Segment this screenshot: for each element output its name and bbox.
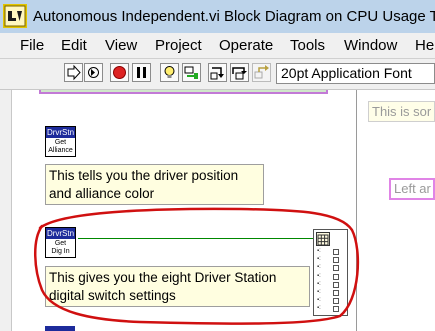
- retain-wire-values-icon: [184, 66, 198, 79]
- step-into-icon: [210, 67, 224, 80]
- boolean-checkbox[interactable]: [333, 249, 339, 255]
- get-alliance-subvi-node[interactable]: DrvrStn Get Alliance: [45, 126, 76, 157]
- retain-wire-values-button[interactable]: [182, 63, 201, 82]
- menu-project[interactable]: Project: [155, 37, 202, 54]
- abort-icon: [113, 66, 126, 79]
- boolean-element-label: ▪:: [317, 256, 321, 263]
- step-out-button[interactable]: [252, 63, 271, 82]
- boolean-element-label: ▪:: [317, 280, 321, 287]
- menu-help[interactable]: He: [415, 37, 434, 54]
- step-into-button[interactable]: [208, 63, 227, 82]
- case-structure-panel[interactable]: [356, 90, 435, 331]
- boolean-element-label: ▪:: [317, 289, 321, 295]
- left-panel-edge: [0, 90, 12, 331]
- node-label-line2: Dig In: [51, 248, 70, 255]
- text-settings-font-select[interactable]: 20pt Application Font: [276, 63, 435, 84]
- menu-view[interactable]: View: [105, 37, 137, 54]
- boolean-checkbox[interactable]: [333, 306, 339, 313]
- run-button[interactable]: [64, 63, 83, 82]
- dig-in-comment[interactable]: This gives you the eight Driver Station …: [45, 266, 310, 307]
- case-comment-top[interactable]: This is sor: [368, 101, 435, 122]
- node-header: DrvrStn: [46, 127, 75, 138]
- menu-bar: File Edit View Project Operate Tools Win…: [0, 33, 435, 59]
- toolbar: 20pt Application Font: [0, 59, 435, 90]
- boolean-checkbox[interactable]: [333, 273, 339, 280]
- run-continuously-button[interactable]: [84, 63, 103, 82]
- node-label-line1: Get: [54, 139, 67, 146]
- menu-file[interactable]: File: [20, 37, 44, 54]
- node-label-line2: Alliance: [48, 147, 73, 154]
- pause-button[interactable]: [132, 63, 151, 82]
- pause-icon: [137, 67, 146, 78]
- title-bar: Autonomous Independent.vi Block Diagram …: [0, 0, 435, 33]
- structure-frame-bottom-edge[interactable]: [39, 90, 328, 94]
- boolean-element-label: ▪:: [317, 272, 321, 279]
- labview-app-icon: [3, 4, 27, 28]
- node-header: DrvrStn: [46, 228, 75, 239]
- boolean-element-label: ▪:: [317, 305, 321, 312]
- window-title: Autonomous Independent.vi Block Diagram …: [33, 8, 435, 25]
- highlight-execution-button[interactable]: [160, 63, 179, 82]
- menu-edit[interactable]: Edit: [61, 37, 87, 54]
- boolean-element-label: ▪:: [317, 297, 321, 304]
- step-over-icon: [232, 67, 247, 80]
- get-dig-in-subvi-node[interactable]: DrvrStn Get Dig In: [45, 227, 76, 258]
- menu-tools[interactable]: Tools: [290, 37, 325, 54]
- boolean-element-label: ▪:: [317, 248, 321, 254]
- step-over-button[interactable]: [230, 63, 249, 82]
- boolean-checkbox[interactable]: [333, 257, 339, 264]
- run-continuously-icon: [88, 67, 99, 78]
- case-comment-bottom[interactable]: Left ar: [389, 178, 435, 200]
- alliance-comment[interactable]: This tells you the driver position and a…: [45, 164, 264, 205]
- highlight-execution-icon: [164, 66, 175, 78]
- cluster-grid-icon: [316, 232, 330, 246]
- digital-input-wire[interactable]: [78, 238, 313, 239]
- boolean-element-label: ▪:: [317, 264, 321, 271]
- run-arrow-icon: [67, 64, 81, 81]
- menu-window[interactable]: Window: [344, 37, 397, 54]
- step-out-icon: [254, 65, 269, 79]
- boolean-checkbox[interactable]: [333, 290, 339, 296]
- boolean-checkbox[interactable]: [333, 298, 339, 305]
- menu-operate[interactable]: Operate: [219, 37, 273, 54]
- boolean-checkbox[interactable]: [333, 281, 339, 288]
- boolean-checkbox[interactable]: [333, 265, 339, 272]
- node-label-line1: Get: [54, 240, 67, 247]
- abort-button[interactable]: [110, 63, 129, 82]
- partial-subvi-node[interactable]: [45, 326, 75, 331]
